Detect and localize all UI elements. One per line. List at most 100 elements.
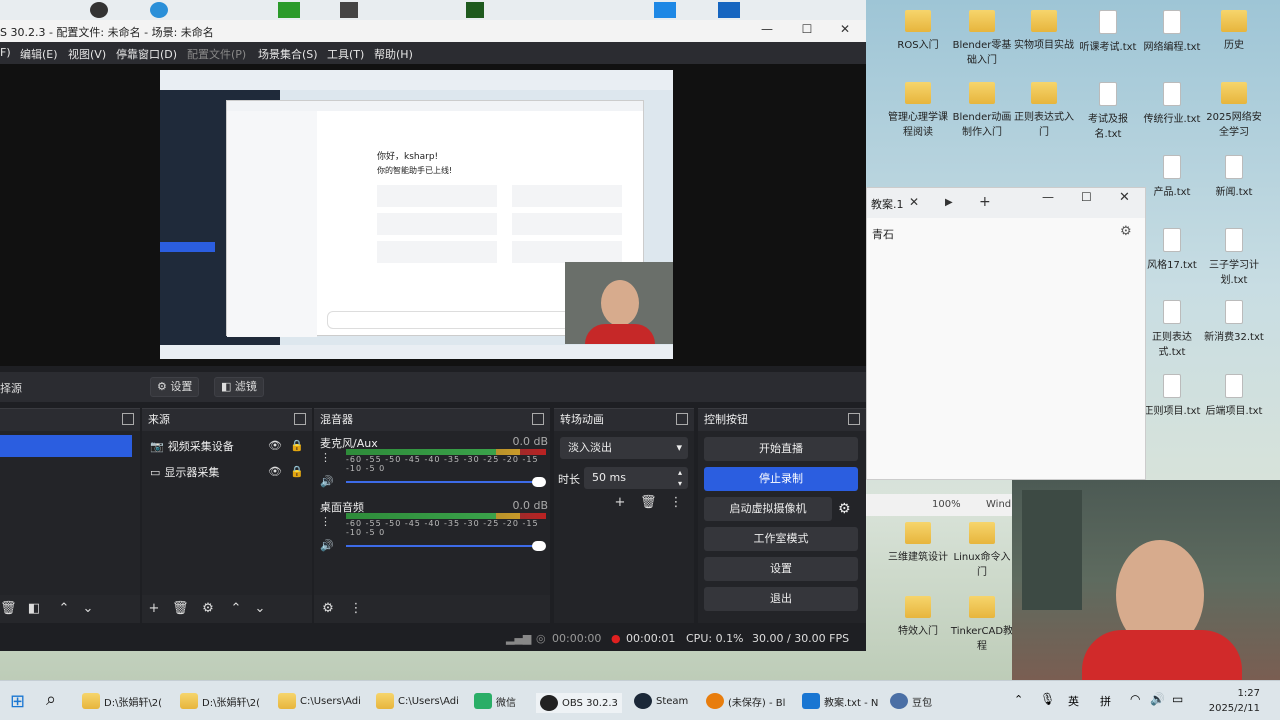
maximize-icon[interactable]: ☐	[792, 22, 822, 40]
menu-help[interactable]: 帮助(H)	[374, 46, 413, 62]
desktop-icon[interactable]: 风格17.txt	[1140, 228, 1204, 271]
volume-slider-handle[interactable]	[532, 477, 546, 487]
desktop-icon[interactable]: 三维建筑设计	[886, 522, 950, 563]
eye-icon[interactable]: 👁	[268, 439, 282, 452]
desktop-icon[interactable]: ROS入门	[886, 10, 950, 51]
taskbar-item[interactable]: 豆包	[890, 693, 932, 709]
desktop-icon[interactable]: 网络编程.txt	[1140, 10, 1204, 53]
add-icon[interactable]: +	[146, 601, 162, 617]
start-stream-button[interactable]: 开始直播	[704, 437, 858, 461]
studio-mode-button[interactable]: 工作室模式	[704, 527, 858, 551]
desktop-icon[interactable]: Blender动画制作入门	[950, 82, 1014, 138]
delete-icon[interactable]: 🗑	[0, 601, 17, 617]
volume-slider-handle[interactable]	[532, 541, 546, 551]
desktop-icon[interactable]: Blender零基础入门	[950, 10, 1014, 66]
undock-icon[interactable]	[532, 413, 544, 425]
move-up-icon[interactable]: ⌃	[56, 601, 72, 617]
filters-button[interactable]: ◧ 滤镜	[214, 377, 264, 397]
desktop-icon[interactable]: 管理心理学课程阅读	[886, 82, 950, 138]
desktop-icon[interactable]: 传统行业.txt	[1140, 82, 1204, 125]
add-tab-icon[interactable]: +	[979, 194, 991, 210]
duration-input[interactable]: 50 ms ▴ ▾	[584, 467, 688, 489]
more-options-icon[interactable]: ⋮	[320, 515, 331, 528]
desktop-icon[interactable]: Linux命令入门	[950, 522, 1014, 578]
volume-icon[interactable]: 🔊	[1150, 692, 1165, 706]
input-language[interactable]: 英	[1068, 693, 1079, 709]
virtual-camera-button[interactable]: 启动虚拟摄像机	[704, 497, 832, 521]
undock-icon[interactable]	[294, 413, 306, 425]
more-options-icon[interactable]: ⋮	[668, 495, 684, 511]
clock[interactable]: 1:27 2025/2/11	[1209, 686, 1260, 716]
desktop-icon[interactable]: 正则表达式.txt	[1140, 300, 1204, 358]
add-icon[interactable]: +	[612, 495, 628, 511]
microphone-icon[interactable]: 🎙	[1040, 692, 1055, 706]
desktop-icon[interactable]: 考试及报名.txt	[1076, 82, 1140, 140]
desktop-icon[interactable]: 特效入门	[886, 596, 950, 637]
menu-tools[interactable]: 工具(T)	[327, 46, 364, 62]
desktop-icon[interactable]: 产品.txt	[1140, 155, 1204, 198]
desktop-icon[interactable]: 正则项目.txt	[1140, 374, 1204, 417]
undock-icon[interactable]	[676, 413, 688, 425]
lock-icon[interactable]: 🔒	[290, 439, 304, 452]
move-down-icon[interactable]: ⌄	[80, 601, 96, 617]
delete-icon[interactable]: 🗑	[640, 495, 657, 511]
desktop-icon[interactable]: 三子学习计划.txt	[1202, 228, 1266, 286]
more-options-icon[interactable]: ⋮	[320, 451, 331, 464]
stepper-icon[interactable]: ▴ ▾	[678, 467, 682, 489]
taskbar-item[interactable]: Steam	[634, 693, 688, 709]
stop-record-button[interactable]: 停止录制	[704, 467, 858, 491]
delete-icon[interactable]: 🗑	[172, 601, 189, 617]
filter-icon[interactable]: ◧	[26, 601, 42, 617]
minimize-icon[interactable]: —	[1042, 190, 1054, 204]
minimize-icon[interactable]: —	[752, 22, 782, 40]
battery-icon[interactable]: ▭	[1172, 692, 1183, 706]
menu-file[interactable]: F)	[0, 46, 11, 59]
source-settings-button[interactable]: ⚙ 设置	[150, 377, 200, 397]
notepad-tab[interactable]: 教案.1	[871, 196, 904, 212]
play-icon[interactable]: ▶	[945, 197, 953, 208]
lock-icon[interactable]: 🔒	[290, 465, 304, 478]
desktop-icon[interactable]: 正则表达式入门	[1012, 82, 1076, 138]
move-down-icon[interactable]: ⌄	[252, 601, 268, 617]
taskbar-item[interactable]: 教案.txt - N	[802, 693, 878, 709]
search-icon[interactable]: ⌕	[46, 689, 56, 710]
windows-start-icon[interactable]: ⊞	[10, 691, 25, 712]
source-item[interactable]: 📷 视频采集设备	[150, 435, 234, 457]
desktop-icon[interactable]: 新消费32.txt	[1202, 300, 1266, 343]
menu-docks[interactable]: 停靠窗口(D)	[116, 46, 177, 62]
settings-button[interactable]: 设置	[704, 557, 858, 581]
move-up-icon[interactable]: ⌃	[228, 601, 244, 617]
desktop-icon[interactable]: 新闻.txt	[1202, 155, 1266, 198]
chevron-up-icon[interactable]: ⌃	[1014, 693, 1023, 706]
source-item[interactable]: ▭ 显示器采集	[150, 461, 219, 483]
close-icon[interactable]: ✕	[1119, 190, 1130, 205]
wifi-icon[interactable]: ◠	[1130, 692, 1140, 706]
gear-icon[interactable]: ⚙	[320, 601, 336, 617]
taskbar-item[interactable]: 微信	[474, 693, 516, 709]
menu-view[interactable]: 视图(V)	[68, 46, 106, 62]
scene-item-selected[interactable]	[0, 435, 132, 457]
taskbar-item-active[interactable]: OBS 30.2.3	[536, 693, 622, 713]
taskbar-item[interactable]: (未保存) - Bl	[706, 693, 785, 709]
taskbar-item[interactable]: D:\张娟轩\2(	[82, 693, 162, 709]
desktop-icon[interactable]: 历史	[1202, 10, 1266, 51]
menu-scene-collection[interactable]: 场景集合(S)	[258, 46, 318, 62]
gear-icon[interactable]: ⚙	[838, 501, 851, 517]
undock-icon[interactable]	[848, 413, 860, 425]
volume-slider[interactable]	[346, 545, 544, 547]
exit-button[interactable]: 退出	[704, 587, 858, 611]
transition-select[interactable]: 淡入淡出 ▾	[560, 437, 688, 459]
gear-icon[interactable]: ⚙	[1120, 224, 1132, 239]
desktop-icon[interactable]: 后端项目.txt	[1202, 374, 1266, 417]
speaker-icon[interactable]: 🔊	[320, 539, 334, 552]
desktop-icon[interactable]: TinkerCAD教程	[950, 596, 1014, 652]
taskbar-item[interactable]: C:\Users\Adi	[376, 693, 459, 709]
eye-icon[interactable]: 👁	[268, 465, 282, 478]
gear-icon[interactable]: ⚙	[200, 601, 216, 617]
menu-profile[interactable]: 配置文件(P)	[187, 46, 246, 62]
preview-canvas[interactable]: 你好，ksharp! 你的智能助手已上线!	[160, 70, 673, 359]
taskbar-item[interactable]: C:\Users\Adi	[278, 693, 361, 709]
taskbar-item[interactable]: D:\张娟轩\2(	[180, 693, 260, 709]
desktop-icon[interactable]: 实物项目实战	[1012, 10, 1076, 51]
notepad-content[interactable]: 青石	[872, 226, 894, 242]
